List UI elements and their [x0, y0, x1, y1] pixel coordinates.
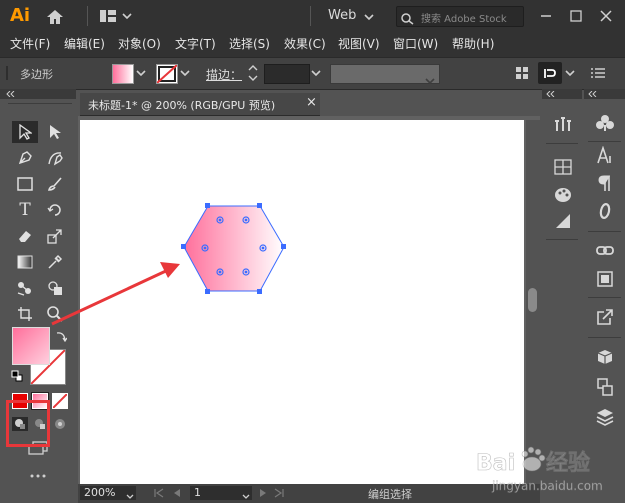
zoom-value: 200% — [84, 486, 116, 499]
transform-panel-icon[interactable] — [592, 375, 618, 399]
baidu-watermark-logo: Bai 经验 jingyan.baidu.com — [476, 446, 603, 493]
last-artboard-icon[interactable] — [274, 488, 284, 501]
first-artboard-icon[interactable] — [154, 488, 164, 501]
chevron-down-icon — [242, 490, 250, 503]
chevron-down-icon — [126, 490, 134, 503]
gradient-panel-icon[interactable] — [550, 209, 576, 233]
hexagon-shape[interactable] — [183, 205, 285, 292]
status-bar: 200% 1 编组选择 — [78, 484, 540, 503]
character-icon[interactable] — [592, 143, 618, 167]
zoom-field[interactable]: 200% — [80, 486, 136, 500]
artboard-number: 1 — [194, 486, 201, 499]
artboard-number-field[interactable]: 1 — [190, 486, 252, 500]
3d-materials-icon[interactable] — [592, 345, 618, 369]
links-icon[interactable] — [592, 239, 618, 263]
scrollbar-thumb[interactable] — [528, 288, 537, 312]
opentype-icon[interactable] — [592, 199, 618, 223]
export-icon[interactable] — [592, 305, 618, 329]
libraries-icon[interactable] — [550, 111, 576, 135]
next-artboard-icon[interactable] — [258, 488, 268, 501]
paragraph-icon[interactable] — [592, 171, 618, 195]
swatches-icon[interactable] — [550, 155, 576, 179]
svg-text:Bai: Bai — [476, 451, 515, 476]
symbols-icon[interactable] — [592, 111, 618, 135]
status-tool-text: 编组选择 — [368, 488, 412, 501]
previous-artboard-icon[interactable] — [172, 488, 182, 501]
artboards-panel-icon[interactable] — [592, 267, 618, 291]
panel-collapse-bar[interactable] — [542, 89, 582, 99]
svg-text:jingyan.baidu.com: jingyan.baidu.com — [491, 479, 603, 493]
color-guide-icon[interactable] — [550, 183, 576, 207]
layers-icon[interactable] — [592, 405, 618, 429]
annotation-arrow — [51, 262, 180, 326]
svg-text:经验: 经验 — [546, 450, 590, 476]
vertical-scrollbar[interactable] — [526, 120, 540, 484]
panel-collapse-bar[interactable] — [584, 89, 625, 99]
